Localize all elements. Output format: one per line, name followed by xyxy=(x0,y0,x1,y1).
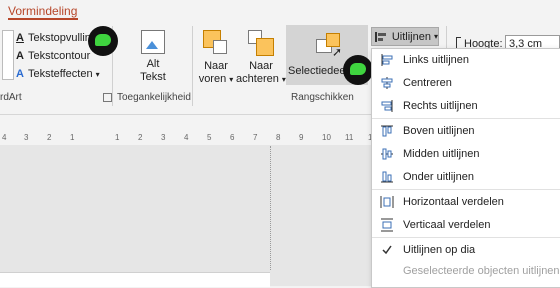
slide-area xyxy=(0,146,271,270)
menu-item-centreren[interactable]: Centreren xyxy=(372,72,560,94)
align-button-label: Uitlijnen xyxy=(391,30,431,43)
active-tab-indicator xyxy=(8,18,78,20)
text-outline-button[interactable]: A Tekstcontour xyxy=(16,48,90,64)
menu-item-label: Centreren xyxy=(403,77,452,89)
text-fill-icon: A xyxy=(16,32,24,44)
annotation-bubble xyxy=(343,55,373,85)
menu-separator xyxy=(372,118,560,119)
distribute-vertical-icon xyxy=(381,218,393,232)
menu-item-label: Onder uitlijnen xyxy=(403,171,474,183)
annotation-bubble xyxy=(88,26,118,56)
wordart-group-label: rdArt xyxy=(0,92,22,103)
align-middle-icon xyxy=(381,148,393,160)
text-effects-icon: A xyxy=(16,68,24,80)
align-button[interactable]: Uitlijnen ▾ xyxy=(371,27,439,46)
menu-item-label: Boven uitlijnen xyxy=(403,125,475,137)
bring-forward-label-2: voren ▾ xyxy=(198,73,234,85)
menu-item-onder-uitlijnen[interactable]: Onder uitlijnen xyxy=(372,166,560,188)
ruler-tick-label: 8 xyxy=(276,133,281,142)
menu-item-midden-uitlijnen[interactable]: Midden uitlijnen xyxy=(372,143,560,165)
arrange-group-label: Rangschikken xyxy=(291,92,354,103)
accessibility-group-label: Toegankelijkheid xyxy=(117,92,191,103)
menu-item-label: Horizontaal verdelen xyxy=(403,196,504,208)
text-effects-label: Teksteffecten xyxy=(27,68,93,80)
ruler-tick-label: 1 xyxy=(115,133,120,142)
ruler-tick-label: 4 xyxy=(184,133,189,142)
ruler-tick-label: 3 xyxy=(24,133,29,142)
chevron-down-icon: ▾ xyxy=(433,32,438,41)
menu-item-links-uitlijnen[interactable]: Links uitlijnen xyxy=(372,49,560,71)
ruler-tick-label: 6 xyxy=(230,133,235,142)
align-right-icon xyxy=(381,100,393,112)
align-icon xyxy=(375,31,389,42)
send-backward-label-2: achteren ▾ xyxy=(236,73,286,85)
ruler-tick-label: 10 xyxy=(322,133,331,142)
text-effects-button[interactable]: A Teksteffecten ▾ xyxy=(16,66,100,82)
align-top-icon xyxy=(381,125,393,137)
menu-item-boven-uitlijnen[interactable]: Boven uitlijnen xyxy=(372,120,560,142)
ruler-tick-label: 4 xyxy=(2,133,7,142)
alt-text-label-2: Tekst xyxy=(140,71,166,83)
menu-item-label: Verticaal verdelen xyxy=(403,219,491,231)
ruler-ticks: 4321123456789101112 xyxy=(0,133,377,143)
ruler-tick-label: 3 xyxy=(161,133,166,142)
ruler-tick-label: 9 xyxy=(299,133,304,142)
ruler-tick-label: 2 xyxy=(138,133,143,142)
bring-forward-icon xyxy=(203,30,229,56)
text-fill-label: Tekstopvulling xyxy=(27,32,98,44)
align-dropdown-menu: Links uitlijnen Centreren Rechts uitlijnen… xyxy=(371,48,560,288)
alt-text-icon xyxy=(141,30,165,54)
align-bottom-icon xyxy=(381,171,393,183)
menu-item-label: Links uitlijnen xyxy=(403,54,470,66)
send-backward-label-1: Naar xyxy=(249,60,273,72)
menu-item-rechts-uitlijnen[interactable]: Rechts uitlijnen xyxy=(372,95,560,117)
text-outline-icon: A xyxy=(16,50,24,62)
align-center-icon xyxy=(381,77,393,89)
checkmark-icon xyxy=(382,245,392,255)
send-backward-button[interactable]: Naar achteren ▾ xyxy=(236,30,286,86)
ribbon-tab-strip xyxy=(0,0,560,22)
alt-text-button[interactable]: Alt Tekst xyxy=(128,30,178,84)
chevron-down-icon: ▾ xyxy=(95,69,100,79)
menu-item-verticaal-verdelen[interactable]: Verticaal verdelen xyxy=(372,214,560,236)
ruler-tick-label: 11 xyxy=(345,133,354,142)
chevron-down-icon: ▾ xyxy=(229,75,234,84)
text-fill-button[interactable]: A Tekstopvulling xyxy=(16,30,97,46)
distribute-horizontal-icon xyxy=(380,196,394,208)
menu-item-label: Geselecteerde objecten uitlijnen xyxy=(403,265,560,277)
ruler-tick-label: 7 xyxy=(253,133,258,142)
menu-item-geselecteerde-objecten-uitlijnen: Geselecteerde objecten uitlijnen xyxy=(372,260,560,282)
ruler-tick-label: 2 xyxy=(47,133,52,142)
menu-separator xyxy=(372,237,560,238)
ruler-tick-label: 5 xyxy=(207,133,212,142)
menu-separator xyxy=(372,189,560,190)
dialog-launcher-icon[interactable] xyxy=(103,93,112,102)
menu-item-horizontaal-verdelen[interactable]: Horizontaal verdelen xyxy=(372,191,560,213)
bring-forward-button[interactable]: Naar voren ▾ xyxy=(196,30,236,86)
menu-item-uitlijnen-op-dia[interactable]: Uitlijnen op dia xyxy=(372,239,560,261)
menu-item-label: Uitlijnen op dia xyxy=(403,244,476,256)
alt-text-label-1: Alt xyxy=(146,58,160,70)
ruler-tick-label: 1 xyxy=(70,133,75,142)
send-backward-icon xyxy=(248,30,274,56)
tab-vormindeling[interactable]: Vormindeling xyxy=(8,4,77,18)
text-outline-label: Tekstcontour xyxy=(27,50,91,62)
align-left-icon xyxy=(381,54,393,66)
menu-item-label: Rechts uitlijnen xyxy=(403,100,478,112)
selection-pane-icon: ➚ xyxy=(316,33,342,59)
slide-thumbnail-edge xyxy=(0,272,270,287)
group-separator xyxy=(192,26,193,106)
wordart-style-gallery-scroll[interactable] xyxy=(2,30,14,80)
bring-forward-label-1: Naar xyxy=(204,60,228,72)
menu-item-label: Midden uitlijnen xyxy=(403,148,480,160)
